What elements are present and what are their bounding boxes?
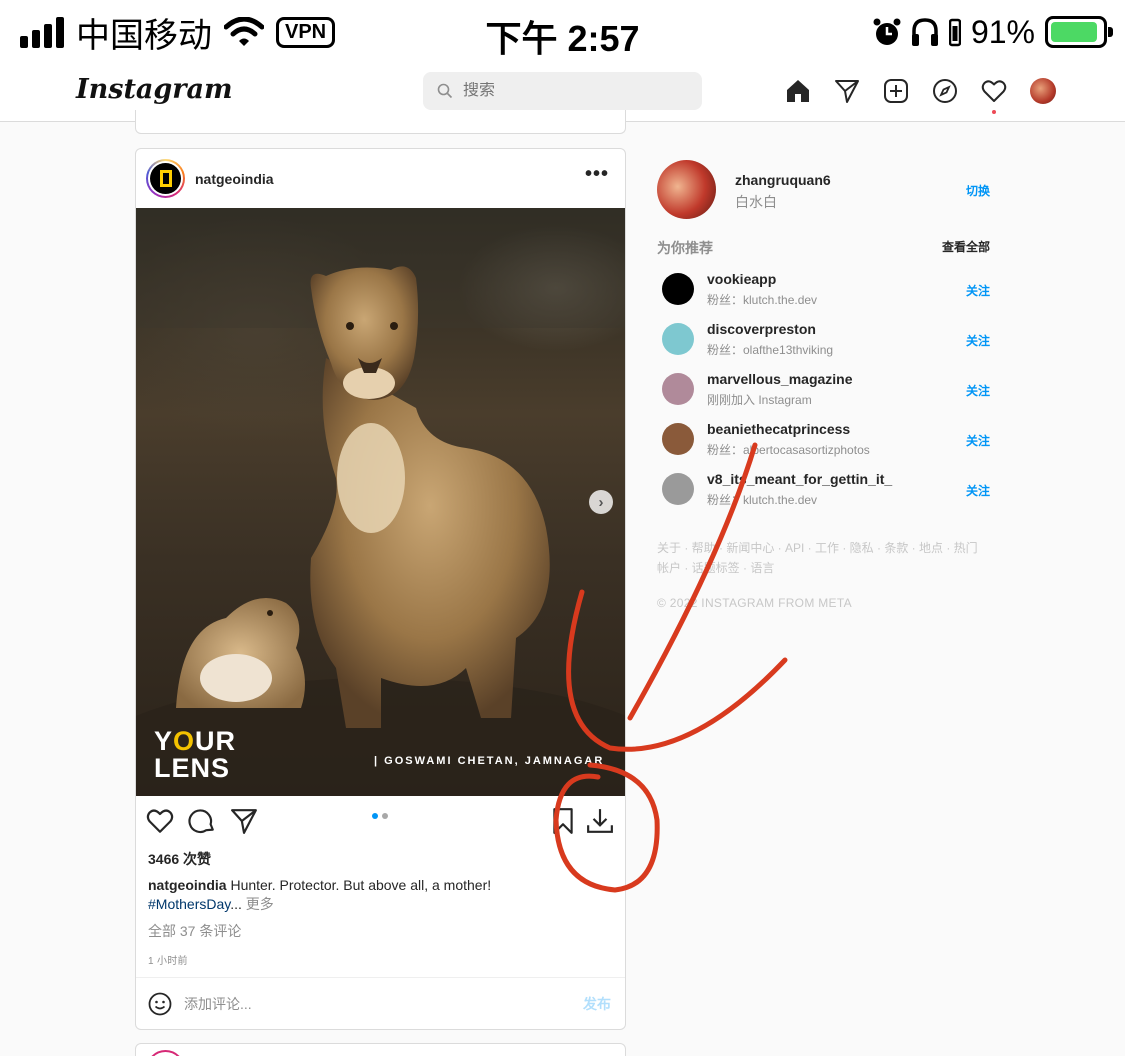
new-post-icon[interactable] [883,78,909,104]
search-bar[interactable] [423,72,702,110]
battery-icon [1045,16,1113,48]
suggestion-username[interactable]: beaniethecatprincess [707,421,850,437]
comment-box: 添加评论... 发布 [136,977,625,1029]
feed-post: natgeoindia ••• › YOUR LENS | GOSWAMI CH… [135,148,626,1030]
explore-icon[interactable] [932,78,958,104]
status-bar: 中国移动 VPN 下午 2:57 91% [0,0,1125,64]
suggestion-username[interactable]: vookieapp [707,271,776,287]
headphones-icon [911,18,938,46]
comment-icon[interactable] [188,807,216,835]
photo-credit: | GOSWAMI CHETAN, JAMNAGAR [374,755,605,767]
suggestion-subtitle: 刚刚加入 Instagram [707,393,812,407]
suggestion-item: discoverpreston 粉丝：olafthe13thviking 关注 [657,318,991,368]
post-username[interactable]: natgeoindia [195,171,274,187]
post-caption: natgeoindia Hunter. Protector. But above… [148,877,492,912]
battery-percent: 91% [970,13,1035,50]
avatar[interactable] [662,323,694,355]
suggestion-subtitle: 粉丝：albertocasasortizphotos [707,443,870,457]
search-icon [437,83,453,99]
battery-level [1051,22,1097,42]
carousel-indicator [372,813,388,819]
notification-dot [992,110,996,114]
like-icon[interactable] [146,807,174,835]
post-time[interactable]: 1 小时前 [148,952,188,967]
avatar[interactable] [657,160,716,219]
hashtag-link[interactable]: #MothersDay [148,896,230,912]
footer-links[interactable]: 关于 · 帮助 · 新闻中心 · API · 工作 · 隐私 · 条款 · 地点… [657,538,987,578]
alarm-icon [873,18,901,45]
suggestion-item: vookieapp 粉丝：klutch.the.dev 关注 [657,268,991,318]
natgeo-logo-icon [150,163,181,194]
more-link[interactable]: 更多 [246,896,274,912]
follow-button[interactable]: 关注 [966,382,990,399]
avatar [1030,78,1056,104]
save-icon[interactable] [549,807,577,835]
suggestions-list: vookieapp 粉丝：klutch.the.dev 关注 discoverp… [657,268,991,518]
more-options-icon[interactable]: ••• [585,163,609,186]
suggestion-item: marvellous_magazine 刚刚加入 Instagram 关注 [657,368,991,418]
suggestion-subtitle: 粉丝：olafthe13thviking [707,343,834,357]
share-icon[interactable] [230,807,258,835]
avatar[interactable] [662,373,694,405]
avatar[interactable] [662,423,694,455]
current-username[interactable]: zhangruquan6 [735,172,831,188]
carousel-next-button[interactable]: › [589,490,613,514]
caption-text: Hunter. Protector. But above all, a moth… [230,877,492,893]
post-actions [136,803,625,839]
post-header: natgeoindia ••• [136,149,625,208]
follow-button[interactable]: 关注 [966,282,990,299]
suggestion-item: v8_its_meant_for_gettin_it_ 粉丝：klutch.th… [657,468,991,518]
emoji-icon[interactable] [148,992,172,1016]
suggestion-username[interactable]: discoverpreston [707,321,816,337]
post-photo[interactable]: › YOUR LENS | GOSWAMI CHETAN, JAMNAGAR [136,208,625,796]
sidebar: zhangruquan6 白水白 切换 为你推荐 查看全部 vookieapp … [657,160,991,610]
download-icon[interactable] [586,807,614,835]
suggestion-username[interactable]: marvellous_magazine [707,371,853,387]
next-post-edge [135,1043,626,1056]
copyright: © 2022 INSTAGRAM FROM META [657,596,852,610]
follow-button[interactable]: 关注 [966,482,990,499]
direct-icon[interactable] [834,78,860,104]
publish-button[interactable]: 发布 [583,994,611,1014]
suggestion-username[interactable]: v8_its_meant_for_gettin_it_ [707,471,892,487]
home-icon[interactable] [785,78,811,104]
activity-icon[interactable] [981,78,1007,114]
instagram-logo[interactable]: Instagram [76,74,233,105]
suggestions-title: 为你推荐 [657,240,713,256]
carousel-dot [382,813,388,819]
avatar[interactable] [662,473,694,505]
caption-username[interactable]: natgeoindia [148,877,227,893]
lioness-image [136,208,625,796]
your-lens-watermark: YOUR LENS [154,726,237,783]
current-user: zhangruquan6 白水白 切换 [657,160,991,220]
suggestion-subtitle: 粉丝：klutch.the.dev [707,493,818,507]
follow-button[interactable]: 关注 [966,432,990,449]
current-fullname: 白水白 [735,194,777,210]
carousel-dot-active [372,813,378,819]
likes-count[interactable]: 3466 次赞 [148,849,211,869]
orientation-lock-icon [948,18,961,47]
search-input[interactable] [463,82,663,100]
view-comments-link[interactable]: 全部 37 条评论 [148,921,241,941]
suggestion-subtitle: 粉丝：klutch.the.dev [707,293,818,307]
nav-icons [785,78,1056,114]
avatar[interactable] [662,273,694,305]
follow-button[interactable]: 关注 [966,332,990,349]
comment-input[interactable]: 添加评论... [184,994,583,1014]
previous-post-edge [135,110,626,134]
switch-account-button[interactable]: 切换 [966,182,990,199]
status-right: 91% [873,12,1113,52]
suggestions-header: 为你推荐 查看全部 [657,238,991,258]
see-all-link[interactable]: 查看全部 [942,238,990,255]
story-ring[interactable] [146,159,185,198]
suggestion-item: beaniethecatprincess 粉丝：albertocasasorti… [657,418,991,468]
profile-avatar[interactable] [1030,78,1056,104]
